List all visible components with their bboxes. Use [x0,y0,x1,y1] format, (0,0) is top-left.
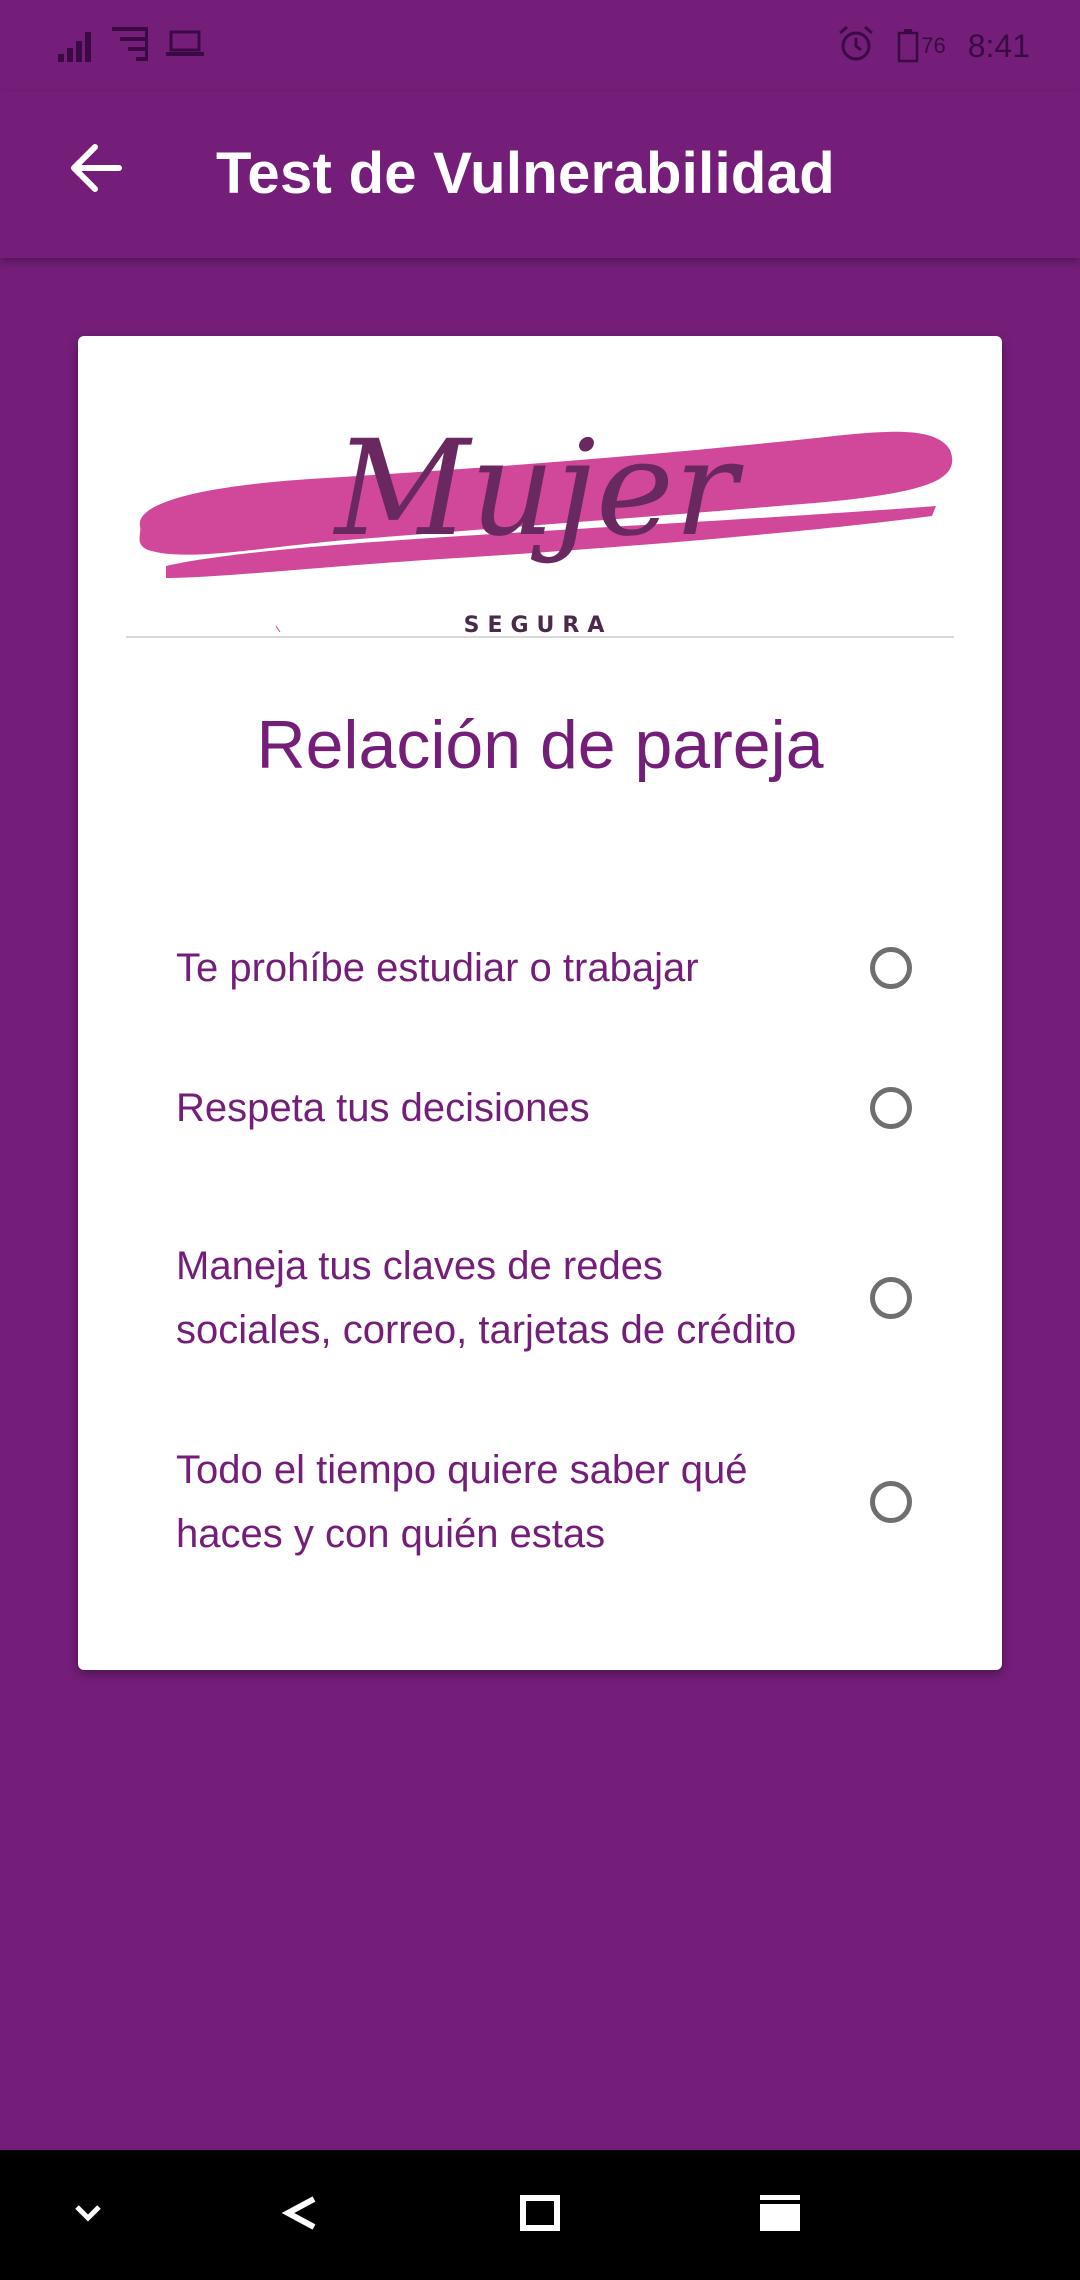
option-item-3[interactable]: Maneja tus claves de redes sociales, cor… [176,1234,916,1362]
nav-recents-button[interactable] [750,2185,810,2245]
status-bar: 76 8:41 [0,0,1080,92]
home-icon [520,2194,560,2236]
nav-back-button[interactable] [270,2185,330,2245]
nav-home-button[interactable] [510,2185,570,2245]
section-title: Relación de pareja [256,707,824,783]
back-button[interactable] [58,132,134,208]
option-label: Respeta tus decisiones [176,1086,590,1130]
logo-main-text: Mujer [333,412,744,566]
alarm-icon [837,25,875,68]
radio-button[interactable] [870,1087,912,1129]
page-title: Test de Vulnerabilidad [216,141,835,206]
option-item-2[interactable]: Respeta tus decisiones [176,1076,916,1140]
back-icon [280,2195,320,2236]
signal-icon [58,26,98,67]
option-item-4[interactable]: Todo el tiempo quiere saber qué haces y … [176,1438,916,1566]
radio-button[interactable] [870,1481,912,1523]
option-label: Te prohíbe estudiar o trabajar [176,946,699,990]
status-time: 8:41 [967,27,1030,64]
laptop-icon [166,29,204,64]
option-item-1[interactable]: Te prohíbe estudiar o trabajar [176,936,916,1000]
radio-button[interactable] [870,947,912,989]
arrow-back-icon [69,143,123,198]
radio-button[interactable] [870,1277,912,1319]
logo-sub-text: SEGURA [464,613,613,636]
wifi-icon [112,25,152,68]
app-bar: Test de Vulnerabilidad [0,92,1080,258]
question-card: Mujer SEGURA Relación de pareja Te prohí… [78,336,1002,1670]
divider [126,636,954,638]
system-nav-bar [0,2150,1080,2280]
battery-level: 76 [921,33,946,58]
battery-icon: 76 [897,29,946,63]
nav-hide-button[interactable] [58,2185,118,2245]
option-label: Maneja tus claves de redes sociales, cor… [176,1244,797,1352]
chevron-down-icon [73,2203,103,2228]
mujer-segura-logo: Mujer SEGURA [126,406,954,638]
recents-icon [758,2193,802,2238]
option-label: Todo el tiempo quiere saber qué haces y … [176,1448,748,1556]
